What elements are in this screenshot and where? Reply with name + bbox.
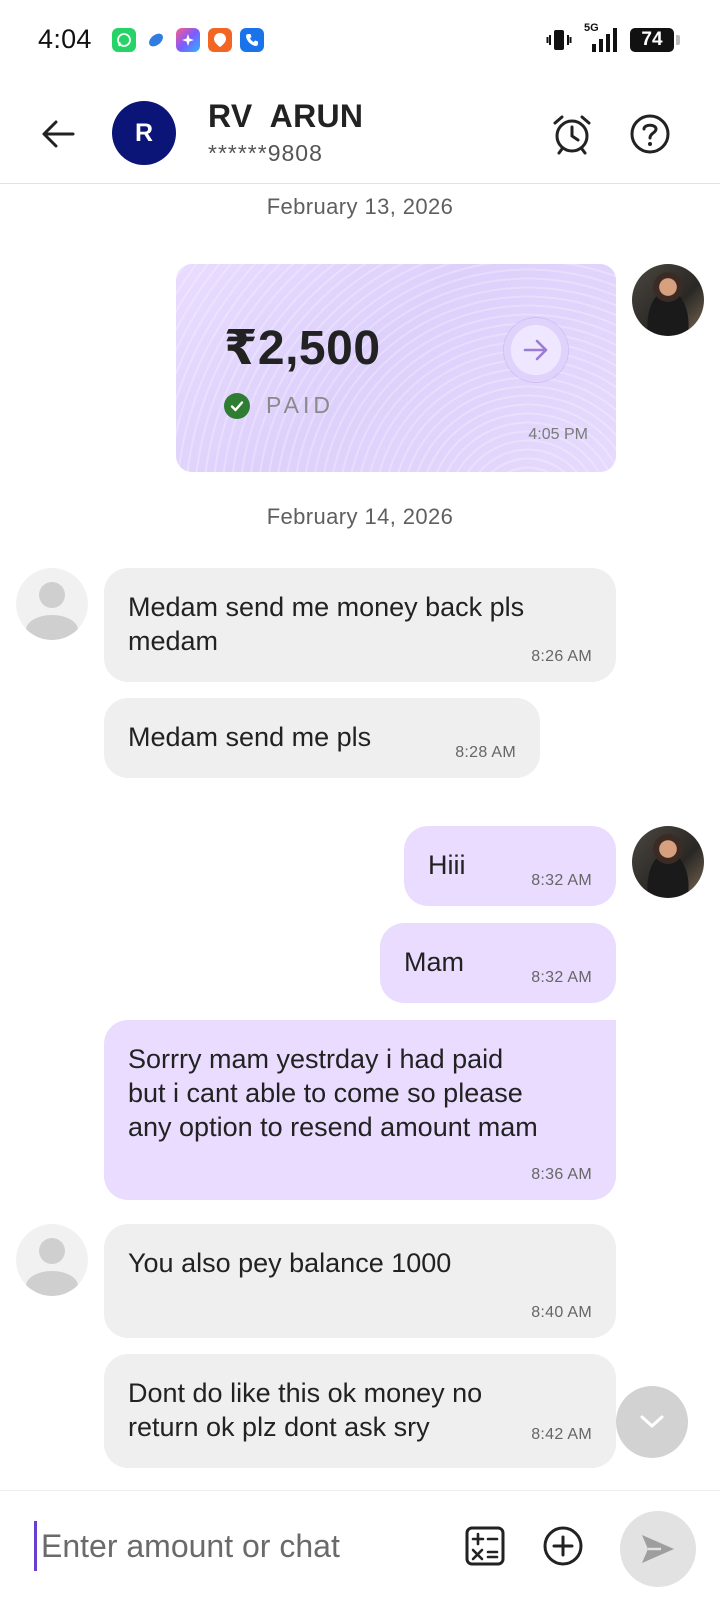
payment-status-row: PAID xyxy=(224,392,334,419)
message-text: Sorrry mam yestrday i had paid xyxy=(128,1044,504,1074)
chat-input[interactable] xyxy=(34,1521,434,1571)
message-time: 8:32 AM xyxy=(531,969,592,986)
alarm-clock-icon xyxy=(553,115,591,155)
battery-indicator: 74 xyxy=(630,28,680,52)
orange-app-icon xyxy=(208,28,232,52)
status-indicators: 5G 74 xyxy=(546,22,680,54)
message-text: Mam xyxy=(404,947,464,977)
contact-default-avatar xyxy=(16,1224,88,1296)
calculator-button[interactable] xyxy=(458,1519,512,1573)
self-avatar xyxy=(632,264,704,336)
message-bubble[interactable]: Mam 8:32 AM xyxy=(380,923,616,1003)
status-bar: 4:04 5G 74 xyxy=(0,0,720,84)
date-separator: February 14, 2026 xyxy=(266,504,454,529)
message-bubble[interactable]: Medam send me money back pls medam 8:26 … xyxy=(104,568,616,682)
message-text: Medam send me money back pls xyxy=(128,592,525,622)
chat-area[interactable]: February 13, 2026 ₹2,500 PAID 4:05 PM Fe… xyxy=(0,186,720,1490)
message-bubble[interactable]: You also pey balance 1000 8:40 AM xyxy=(104,1224,616,1338)
scroll-to-bottom-button[interactable] xyxy=(616,1386,688,1458)
attach-button[interactable] xyxy=(536,1519,590,1573)
whatsapp-icon xyxy=(112,28,136,52)
payment-amount: ₹2,500 xyxy=(224,322,381,375)
help-icon xyxy=(630,114,670,154)
message-text: Medam send me pls xyxy=(128,722,372,752)
status-notification-icons xyxy=(112,28,264,52)
back-button[interactable] xyxy=(34,110,82,158)
message-time: 8:42 AM xyxy=(531,1426,592,1443)
check-icon xyxy=(224,392,250,419)
reminder-button[interactable] xyxy=(546,108,598,160)
message-text: any option to resend amount mam xyxy=(128,1112,538,1142)
composer-bar xyxy=(0,1490,720,1604)
message-text: return ok plz dont ask sry xyxy=(128,1412,430,1442)
message-time: 8:32 AM xyxy=(531,872,592,889)
message-text: Hiii xyxy=(428,850,466,880)
signal-icon: 5G xyxy=(584,22,618,54)
vibrate-icon xyxy=(546,30,572,50)
blue-app-icon xyxy=(144,28,168,52)
payment-status: PAID xyxy=(266,392,334,418)
photos-app-icon xyxy=(176,28,200,52)
message-time: 8:26 AM xyxy=(531,648,592,665)
message-time: 8:28 AM xyxy=(455,744,516,761)
back-arrow-icon xyxy=(42,120,75,148)
message-text: but i cant able to come so please xyxy=(128,1078,523,1108)
message-time: 8:40 AM xyxy=(531,1304,592,1321)
contact-avatar[interactable]: R xyxy=(112,101,176,165)
message-time: 8:36 AM xyxy=(531,1166,592,1183)
message-text: Dont do like this ok money no xyxy=(128,1378,483,1408)
chat-header: R RV ARUN ******9808 xyxy=(0,84,720,184)
contact-phone: ******9808 xyxy=(208,140,323,166)
send-button[interactable] xyxy=(620,1511,696,1587)
phone-app-icon xyxy=(240,28,264,52)
contact-default-avatar xyxy=(16,568,88,640)
send-icon xyxy=(642,1535,674,1563)
payment-card[interactable]: ₹2,500 PAID 4:05 PM xyxy=(176,264,616,472)
contact-name[interactable]: RV ARUN xyxy=(208,98,363,135)
message-text: You also pey balance 1000 xyxy=(128,1248,452,1278)
self-avatar xyxy=(632,826,704,898)
chevron-down-icon xyxy=(640,1415,664,1428)
status-time: 4:04 xyxy=(38,24,92,54)
payment-time: 4:05 PM xyxy=(528,426,588,443)
message-bubble[interactable]: Medam send me pls 8:28 AM xyxy=(104,698,540,778)
help-button[interactable] xyxy=(624,108,676,160)
date-separator: February 13, 2026 xyxy=(266,194,454,219)
calculator-icon xyxy=(465,1526,505,1566)
plus-circle-icon xyxy=(543,1526,583,1566)
message-text: medam xyxy=(128,626,219,656)
message-bubble[interactable]: Dont do like this ok money no return ok … xyxy=(104,1354,616,1468)
payment-details-button[interactable] xyxy=(504,318,568,382)
message-bubble[interactable]: Sorrry mam yestrday i had paid but i can… xyxy=(104,1020,616,1200)
arrow-right-icon xyxy=(523,339,548,361)
message-bubble[interactable]: Hiii 8:32 AM xyxy=(404,826,616,906)
network-type-label: 5G xyxy=(584,22,599,34)
